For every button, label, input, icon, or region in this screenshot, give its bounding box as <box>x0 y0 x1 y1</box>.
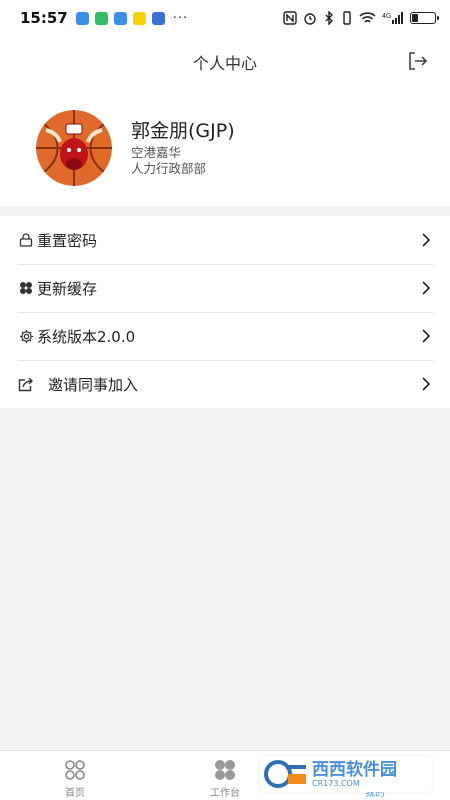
menu-item-reset-password[interactable]: 重置密码 <box>0 216 450 264</box>
status-bar: 15:57 ··· 4G <box>0 0 450 36</box>
menu-item-label: 邀请同事加入 <box>48 375 139 394</box>
watermark: 西西软件园 CR173.COM <box>260 756 432 792</box>
profile-department: 人力行政部部 <box>131 161 207 176</box>
nfc-icon <box>283 11 297 25</box>
tab-label: 首页 <box>65 788 85 799</box>
avatar[interactable] <box>36 110 112 186</box>
menu-item-system-version[interactable]: 系统版本2.0.0 <box>0 312 450 360</box>
gear-icon <box>18 328 34 344</box>
page-title: 个人中心 <box>192 54 257 73</box>
app-notification-icon <box>132 11 146 25</box>
profile-name: 郭金朋(GJP) <box>131 120 235 142</box>
lock-icon <box>18 232 34 248</box>
menu-item-label: 重置密码 <box>37 231 98 250</box>
clover-icon <box>18 280 34 296</box>
chevron-right-icon <box>422 281 430 295</box>
wifi-icon <box>359 12 376 23</box>
share-icon <box>18 376 34 392</box>
notification-app-icon <box>75 11 89 25</box>
more-notifications-dots: ··· <box>172 10 189 26</box>
watermark-logo <box>264 760 306 788</box>
battery-icon <box>410 12 439 24</box>
status-time: 15:57 <box>20 9 68 27</box>
home-grid-icon <box>65 760 85 780</box>
wechat-notification-icon <box>94 11 108 25</box>
chevron-right-icon <box>422 377 430 391</box>
profile-card: 郭金朋(GJP) 空港嘉华 人力行政部部 <box>0 84 450 206</box>
settings-menu: 重置密码 更新缓存 系统版本2.0.0 邀请同事加入 <box>0 216 450 408</box>
vibrate-icon <box>343 11 351 25</box>
browser-notification-icon <box>151 11 165 25</box>
chevron-right-icon <box>422 329 430 343</box>
signal-icon: 4G <box>382 12 403 24</box>
watermark-url: CR173.COM <box>312 778 360 788</box>
message-notification-icon <box>113 11 127 25</box>
page-header: 个人中心 <box>0 36 450 84</box>
tab-label: 工作台 <box>210 788 240 799</box>
chevron-right-icon <box>422 233 430 247</box>
menu-item-label: 系统版本2.0.0 <box>37 327 136 346</box>
tab-home[interactable]: 首页 <box>0 751 150 800</box>
bluetooth-icon <box>325 11 333 25</box>
watermark-title: 西西软件园 <box>312 759 397 780</box>
menu-item-invite-colleague[interactable]: 邀请同事加入 <box>0 360 450 408</box>
svg-text:4G: 4G <box>382 13 391 20</box>
workbench-icon <box>215 760 235 780</box>
logout-icon[interactable] <box>406 50 428 72</box>
menu-item-label: 更新缓存 <box>37 279 98 298</box>
menu-item-clear-cache[interactable]: 更新缓存 <box>0 264 450 312</box>
status-right: 4G <box>283 11 439 25</box>
alarm-icon <box>304 13 316 25</box>
